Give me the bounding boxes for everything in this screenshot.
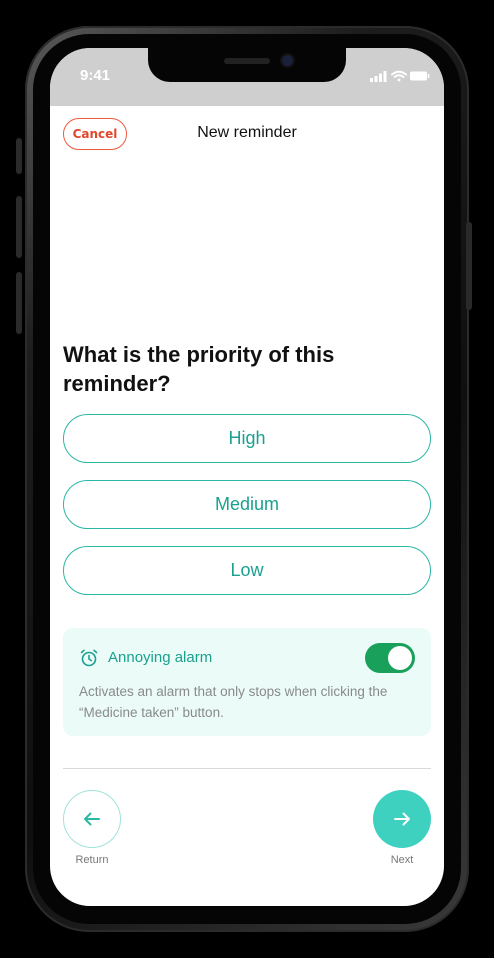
priority-option-high[interactable]: High — [63, 414, 431, 463]
alarm-title: Annoying alarm — [108, 649, 213, 666]
system-icons — [370, 70, 430, 82]
priority-option-medium[interactable]: Medium — [63, 480, 431, 529]
status-bar: 9:41 — [50, 48, 444, 106]
volume-up-button — [16, 196, 22, 258]
alarm-description: Activates an alarm that only stops when … — [79, 684, 388, 720]
silent-switch — [16, 138, 22, 174]
arrow-left-icon — [84, 812, 100, 826]
status-time: 9:41 — [80, 67, 111, 84]
annoying-alarm-toggle[interactable] — [365, 643, 415, 673]
arrow-right-icon — [394, 812, 410, 826]
notch — [148, 48, 346, 82]
volume-down-button — [16, 272, 22, 334]
return-label: Return — [75, 854, 109, 866]
signal-icon — [370, 71, 387, 82]
wifi-icon — [391, 70, 407, 82]
front-camera — [282, 55, 293, 66]
speaker-grille — [224, 58, 270, 64]
next-label: Next — [390, 854, 414, 866]
app-screen: 9:41 Cancel New reminder What is the pri… — [50, 48, 444, 906]
power-button — [466, 222, 472, 310]
annoying-alarm-card: Annoying alarm Activates an alarm that o… — [63, 628, 431, 736]
battery-icon — [410, 71, 430, 81]
alarm-clock-icon — [80, 649, 98, 667]
return-button[interactable] — [63, 790, 121, 848]
priority-option-low[interactable]: Low — [63, 546, 431, 595]
divider — [63, 768, 431, 769]
page-title: New reminder — [197, 124, 297, 141]
next-button[interactable] — [373, 790, 431, 848]
toggle-knob — [388, 646, 412, 670]
priority-question: What is the priority of this reminder? — [63, 342, 335, 396]
